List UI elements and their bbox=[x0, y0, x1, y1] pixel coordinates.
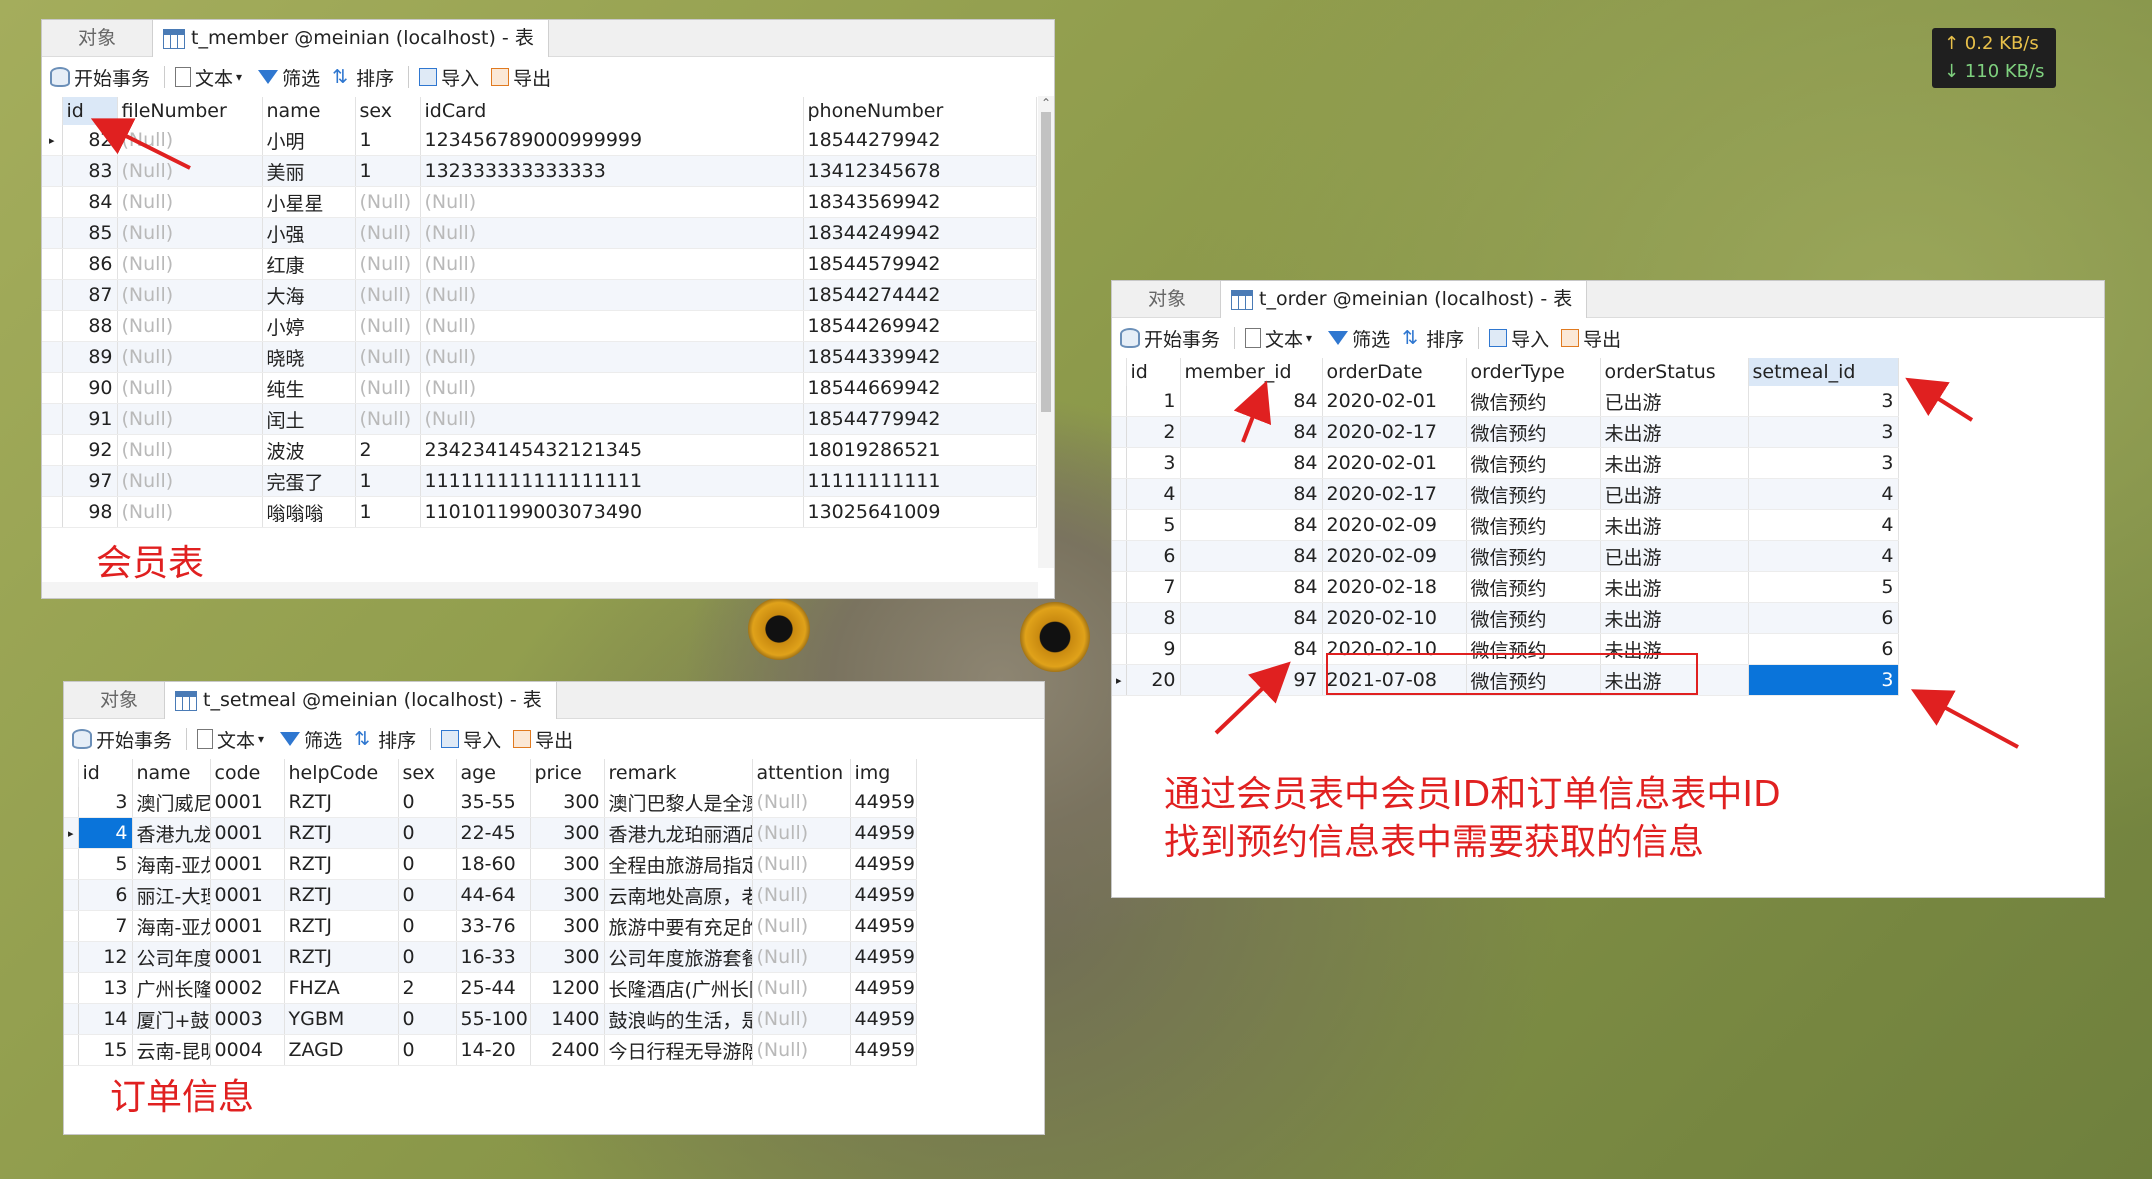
arrow-row-20 bbox=[1214, 661, 1291, 735]
arrow-order-member-id bbox=[1233, 380, 1272, 443]
annotation-arrows bbox=[90, 118, 2019, 749]
arrow-setmeal-value bbox=[1910, 689, 2019, 749]
arrow-setmeal-id-header bbox=[1905, 377, 1974, 422]
arrow-member-id bbox=[90, 118, 191, 170]
